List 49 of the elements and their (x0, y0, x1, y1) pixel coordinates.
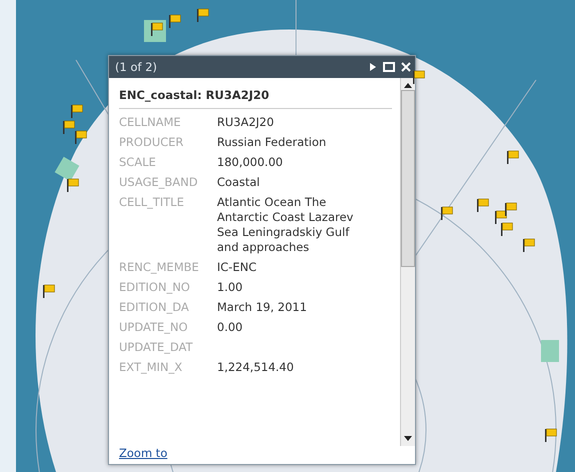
field-value: 1.00 (217, 280, 244, 295)
flag-icon[interactable] (522, 238, 536, 252)
flag-icon[interactable] (168, 14, 182, 28)
field-label: PRODUCER (119, 135, 185, 150)
flag-icon[interactable] (62, 120, 76, 134)
field-label: CELL_TITLE (119, 195, 185, 211)
field-label: RENC_MEMBE (119, 260, 200, 275)
close-icon[interactable] (401, 62, 411, 72)
cell-area (541, 340, 559, 362)
field-value: Coastal (217, 175, 261, 190)
field-label: CELLNAME (119, 115, 182, 130)
maximize-icon[interactable] (383, 62, 395, 72)
flag-icon[interactable] (494, 210, 508, 224)
flag-icon[interactable] (440, 206, 454, 220)
flag-icon[interactable] (506, 150, 520, 164)
flag-icon[interactable] (42, 284, 56, 298)
flag-icon[interactable] (476, 198, 490, 212)
field-label: EXT_MIN_X (119, 360, 184, 375)
field-value: 0.00 (217, 320, 244, 335)
flag-icon[interactable] (412, 70, 426, 84)
flag-icon[interactable] (66, 178, 80, 192)
flag-icon[interactable] (544, 428, 558, 442)
field-label: USAGE_BAND (119, 175, 199, 190)
flag-icon[interactable] (74, 130, 88, 144)
popup-title: ENC_coastal: RU3A2J20 (119, 84, 392, 109)
next-icon[interactable] (369, 62, 377, 72)
field-label: SCALE (119, 155, 157, 170)
field-value: RU3A2J20 (217, 115, 275, 130)
field-value: IC-ENC (217, 260, 258, 275)
record-counter: (1 of 2) (115, 60, 158, 74)
flag-icon[interactable] (70, 104, 84, 118)
field-value: Russian Federation (217, 135, 328, 150)
field-value: 180,000.00 (217, 155, 284, 170)
scrollbar-thumb[interactable] (401, 90, 415, 267)
scroll-up-icon[interactable] (404, 82, 412, 88)
field-value: Atlantic Ocean The Antarctic Coast Lazarev Sea Leningradskiy Gulf and approaches (217, 195, 354, 255)
field-label: EDITION_NO (119, 280, 191, 295)
field-value: 1,224,514.40 (217, 360, 295, 375)
flag-icon[interactable] (150, 22, 164, 36)
field-label: UPDATE_DAT (119, 340, 194, 355)
zoom-to-link[interactable]: Zoom to (109, 446, 415, 464)
field-label: UPDATE_NO (119, 320, 189, 335)
scrollbar[interactable] (400, 78, 415, 446)
field-label: EDITION_DA (119, 300, 190, 315)
flag-icon[interactable] (504, 202, 518, 216)
flag-icon[interactable] (196, 8, 210, 22)
field-value: March 19, 2011 (217, 300, 308, 315)
flag-icon[interactable] (500, 222, 514, 236)
scroll-down-icon[interactable] (404, 436, 412, 442)
